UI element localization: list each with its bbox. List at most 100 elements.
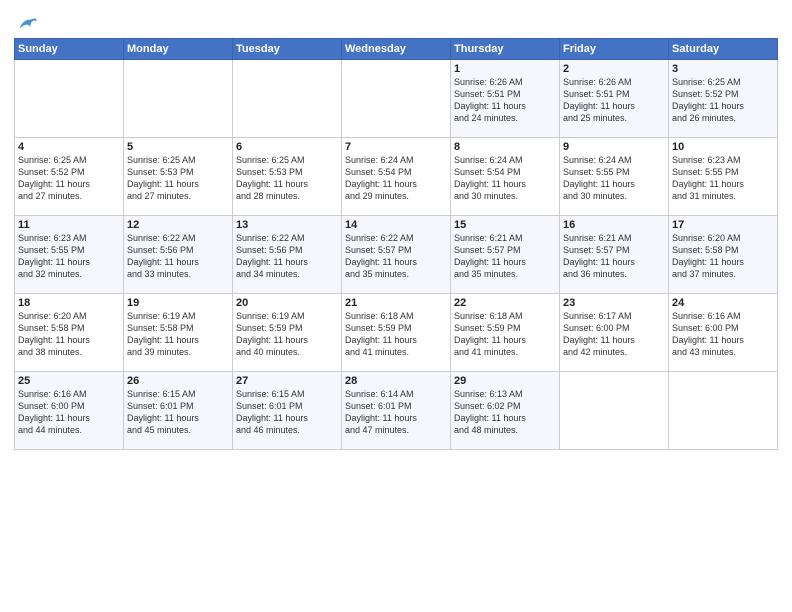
header-cell-saturday: Saturday bbox=[669, 39, 778, 60]
day-cell bbox=[342, 60, 451, 138]
header-cell-sunday: Sunday bbox=[15, 39, 124, 60]
day-cell bbox=[15, 60, 124, 138]
header-row: SundayMondayTuesdayWednesdayThursdayFrid… bbox=[15, 39, 778, 60]
day-cell: 5Sunrise: 6:25 AM Sunset: 5:53 PM Daylig… bbox=[124, 138, 233, 216]
day-cell: 2Sunrise: 6:26 AM Sunset: 5:51 PM Daylig… bbox=[560, 60, 669, 138]
day-info: Sunrise: 6:17 AM Sunset: 6:00 PM Dayligh… bbox=[563, 310, 665, 359]
day-info: Sunrise: 6:25 AM Sunset: 5:52 PM Dayligh… bbox=[672, 76, 774, 125]
day-info: Sunrise: 6:24 AM Sunset: 5:54 PM Dayligh… bbox=[345, 154, 447, 203]
day-cell: 20Sunrise: 6:19 AM Sunset: 5:59 PM Dayli… bbox=[233, 294, 342, 372]
day-cell: 9Sunrise: 6:24 AM Sunset: 5:55 PM Daylig… bbox=[560, 138, 669, 216]
day-number: 1 bbox=[454, 63, 556, 75]
day-cell: 14Sunrise: 6:22 AM Sunset: 5:57 PM Dayli… bbox=[342, 216, 451, 294]
day-number: 26 bbox=[127, 375, 229, 387]
day-number: 11 bbox=[18, 219, 120, 231]
day-number: 29 bbox=[454, 375, 556, 387]
day-info: Sunrise: 6:26 AM Sunset: 5:51 PM Dayligh… bbox=[563, 76, 665, 125]
day-cell: 21Sunrise: 6:18 AM Sunset: 5:59 PM Dayli… bbox=[342, 294, 451, 372]
day-cell: 25Sunrise: 6:16 AM Sunset: 6:00 PM Dayli… bbox=[15, 372, 124, 450]
day-info: Sunrise: 6:25 AM Sunset: 5:53 PM Dayligh… bbox=[236, 154, 338, 203]
day-number: 28 bbox=[345, 375, 447, 387]
week-row-4: 18Sunrise: 6:20 AM Sunset: 5:58 PM Dayli… bbox=[15, 294, 778, 372]
day-cell: 1Sunrise: 6:26 AM Sunset: 5:51 PM Daylig… bbox=[451, 60, 560, 138]
week-row-2: 4Sunrise: 6:25 AM Sunset: 5:52 PM Daylig… bbox=[15, 138, 778, 216]
day-number: 4 bbox=[18, 141, 120, 153]
day-cell: 28Sunrise: 6:14 AM Sunset: 6:01 PM Dayli… bbox=[342, 372, 451, 450]
day-info: Sunrise: 6:22 AM Sunset: 5:57 PM Dayligh… bbox=[345, 232, 447, 281]
calendar-header: SundayMondayTuesdayWednesdayThursdayFrid… bbox=[15, 39, 778, 60]
day-number: 14 bbox=[345, 219, 447, 231]
day-cell bbox=[669, 372, 778, 450]
day-number: 22 bbox=[454, 297, 556, 309]
day-cell: 27Sunrise: 6:15 AM Sunset: 6:01 PM Dayli… bbox=[233, 372, 342, 450]
week-row-3: 11Sunrise: 6:23 AM Sunset: 5:55 PM Dayli… bbox=[15, 216, 778, 294]
day-cell: 29Sunrise: 6:13 AM Sunset: 6:02 PM Dayli… bbox=[451, 372, 560, 450]
day-number: 5 bbox=[127, 141, 229, 153]
day-cell: 4Sunrise: 6:25 AM Sunset: 5:52 PM Daylig… bbox=[15, 138, 124, 216]
day-cell: 23Sunrise: 6:17 AM Sunset: 6:00 PM Dayli… bbox=[560, 294, 669, 372]
day-info: Sunrise: 6:20 AM Sunset: 5:58 PM Dayligh… bbox=[672, 232, 774, 281]
day-number: 23 bbox=[563, 297, 665, 309]
day-info: Sunrise: 6:14 AM Sunset: 6:01 PM Dayligh… bbox=[345, 388, 447, 437]
day-info: Sunrise: 6:13 AM Sunset: 6:02 PM Dayligh… bbox=[454, 388, 556, 437]
day-cell: 8Sunrise: 6:24 AM Sunset: 5:54 PM Daylig… bbox=[451, 138, 560, 216]
header-cell-monday: Monday bbox=[124, 39, 233, 60]
day-info: Sunrise: 6:21 AM Sunset: 5:57 PM Dayligh… bbox=[563, 232, 665, 281]
header-cell-friday: Friday bbox=[560, 39, 669, 60]
day-info: Sunrise: 6:25 AM Sunset: 5:53 PM Dayligh… bbox=[127, 154, 229, 203]
day-info: Sunrise: 6:20 AM Sunset: 5:58 PM Dayligh… bbox=[18, 310, 120, 359]
page-container: SundayMondayTuesdayWednesdayThursdayFrid… bbox=[0, 0, 792, 458]
day-number: 3 bbox=[672, 63, 774, 75]
day-cell: 17Sunrise: 6:20 AM Sunset: 5:58 PM Dayli… bbox=[669, 216, 778, 294]
day-info: Sunrise: 6:21 AM Sunset: 5:57 PM Dayligh… bbox=[454, 232, 556, 281]
day-info: Sunrise: 6:18 AM Sunset: 5:59 PM Dayligh… bbox=[345, 310, 447, 359]
day-number: 27 bbox=[236, 375, 338, 387]
day-info: Sunrise: 6:24 AM Sunset: 5:54 PM Dayligh… bbox=[454, 154, 556, 203]
day-info: Sunrise: 6:15 AM Sunset: 6:01 PM Dayligh… bbox=[236, 388, 338, 437]
day-number: 19 bbox=[127, 297, 229, 309]
day-cell: 10Sunrise: 6:23 AM Sunset: 5:55 PM Dayli… bbox=[669, 138, 778, 216]
day-cell: 3Sunrise: 6:25 AM Sunset: 5:52 PM Daylig… bbox=[669, 60, 778, 138]
day-cell bbox=[560, 372, 669, 450]
day-info: Sunrise: 6:25 AM Sunset: 5:52 PM Dayligh… bbox=[18, 154, 120, 203]
day-cell: 18Sunrise: 6:20 AM Sunset: 5:58 PM Dayli… bbox=[15, 294, 124, 372]
day-number: 15 bbox=[454, 219, 556, 231]
day-number: 7 bbox=[345, 141, 447, 153]
day-number: 6 bbox=[236, 141, 338, 153]
day-number: 25 bbox=[18, 375, 120, 387]
day-cell: 12Sunrise: 6:22 AM Sunset: 5:56 PM Dayli… bbox=[124, 216, 233, 294]
day-number: 17 bbox=[672, 219, 774, 231]
calendar-table: SundayMondayTuesdayWednesdayThursdayFrid… bbox=[14, 38, 778, 450]
day-info: Sunrise: 6:19 AM Sunset: 5:58 PM Dayligh… bbox=[127, 310, 229, 359]
header-cell-thursday: Thursday bbox=[451, 39, 560, 60]
day-cell: 22Sunrise: 6:18 AM Sunset: 5:59 PM Dayli… bbox=[451, 294, 560, 372]
day-number: 9 bbox=[563, 141, 665, 153]
day-number: 12 bbox=[127, 219, 229, 231]
day-cell bbox=[233, 60, 342, 138]
day-info: Sunrise: 6:23 AM Sunset: 5:55 PM Dayligh… bbox=[672, 154, 774, 203]
day-info: Sunrise: 6:24 AM Sunset: 5:55 PM Dayligh… bbox=[563, 154, 665, 203]
day-number: 20 bbox=[236, 297, 338, 309]
day-cell: 19Sunrise: 6:19 AM Sunset: 5:58 PM Dayli… bbox=[124, 294, 233, 372]
day-info: Sunrise: 6:19 AM Sunset: 5:59 PM Dayligh… bbox=[236, 310, 338, 359]
day-cell: 26Sunrise: 6:15 AM Sunset: 6:01 PM Dayli… bbox=[124, 372, 233, 450]
day-cell: 13Sunrise: 6:22 AM Sunset: 5:56 PM Dayli… bbox=[233, 216, 342, 294]
logo-bird-icon bbox=[16, 14, 38, 36]
day-cell: 15Sunrise: 6:21 AM Sunset: 5:57 PM Dayli… bbox=[451, 216, 560, 294]
day-info: Sunrise: 6:16 AM Sunset: 6:00 PM Dayligh… bbox=[672, 310, 774, 359]
day-info: Sunrise: 6:18 AM Sunset: 5:59 PM Dayligh… bbox=[454, 310, 556, 359]
day-info: Sunrise: 6:22 AM Sunset: 5:56 PM Dayligh… bbox=[236, 232, 338, 281]
day-cell: 24Sunrise: 6:16 AM Sunset: 6:00 PM Dayli… bbox=[669, 294, 778, 372]
day-cell: 7Sunrise: 6:24 AM Sunset: 5:54 PM Daylig… bbox=[342, 138, 451, 216]
day-info: Sunrise: 6:22 AM Sunset: 5:56 PM Dayligh… bbox=[127, 232, 229, 281]
logo bbox=[14, 14, 38, 36]
day-info: Sunrise: 6:16 AM Sunset: 6:00 PM Dayligh… bbox=[18, 388, 120, 437]
week-row-1: 1 Sunrise: 6:26 AM Sunset: 5:51 PM Daylig… bbox=[15, 60, 778, 138]
week-row-5: 25Sunrise: 6:16 AM Sunset: 6:00 PM Dayli… bbox=[15, 372, 778, 450]
day-info: Sunrise: 6:23 AM Sunset: 5:55 PM Dayligh… bbox=[18, 232, 120, 281]
day-number: 13 bbox=[236, 219, 338, 231]
header-cell-wednesday: Wednesday bbox=[342, 39, 451, 60]
day-number: 10 bbox=[672, 141, 774, 153]
day-cell: 11Sunrise: 6:23 AM Sunset: 5:55 PM Dayli… bbox=[15, 216, 124, 294]
day-info: Sunrise: 6:15 AM Sunset: 6:01 PM Dayligh… bbox=[127, 388, 229, 437]
